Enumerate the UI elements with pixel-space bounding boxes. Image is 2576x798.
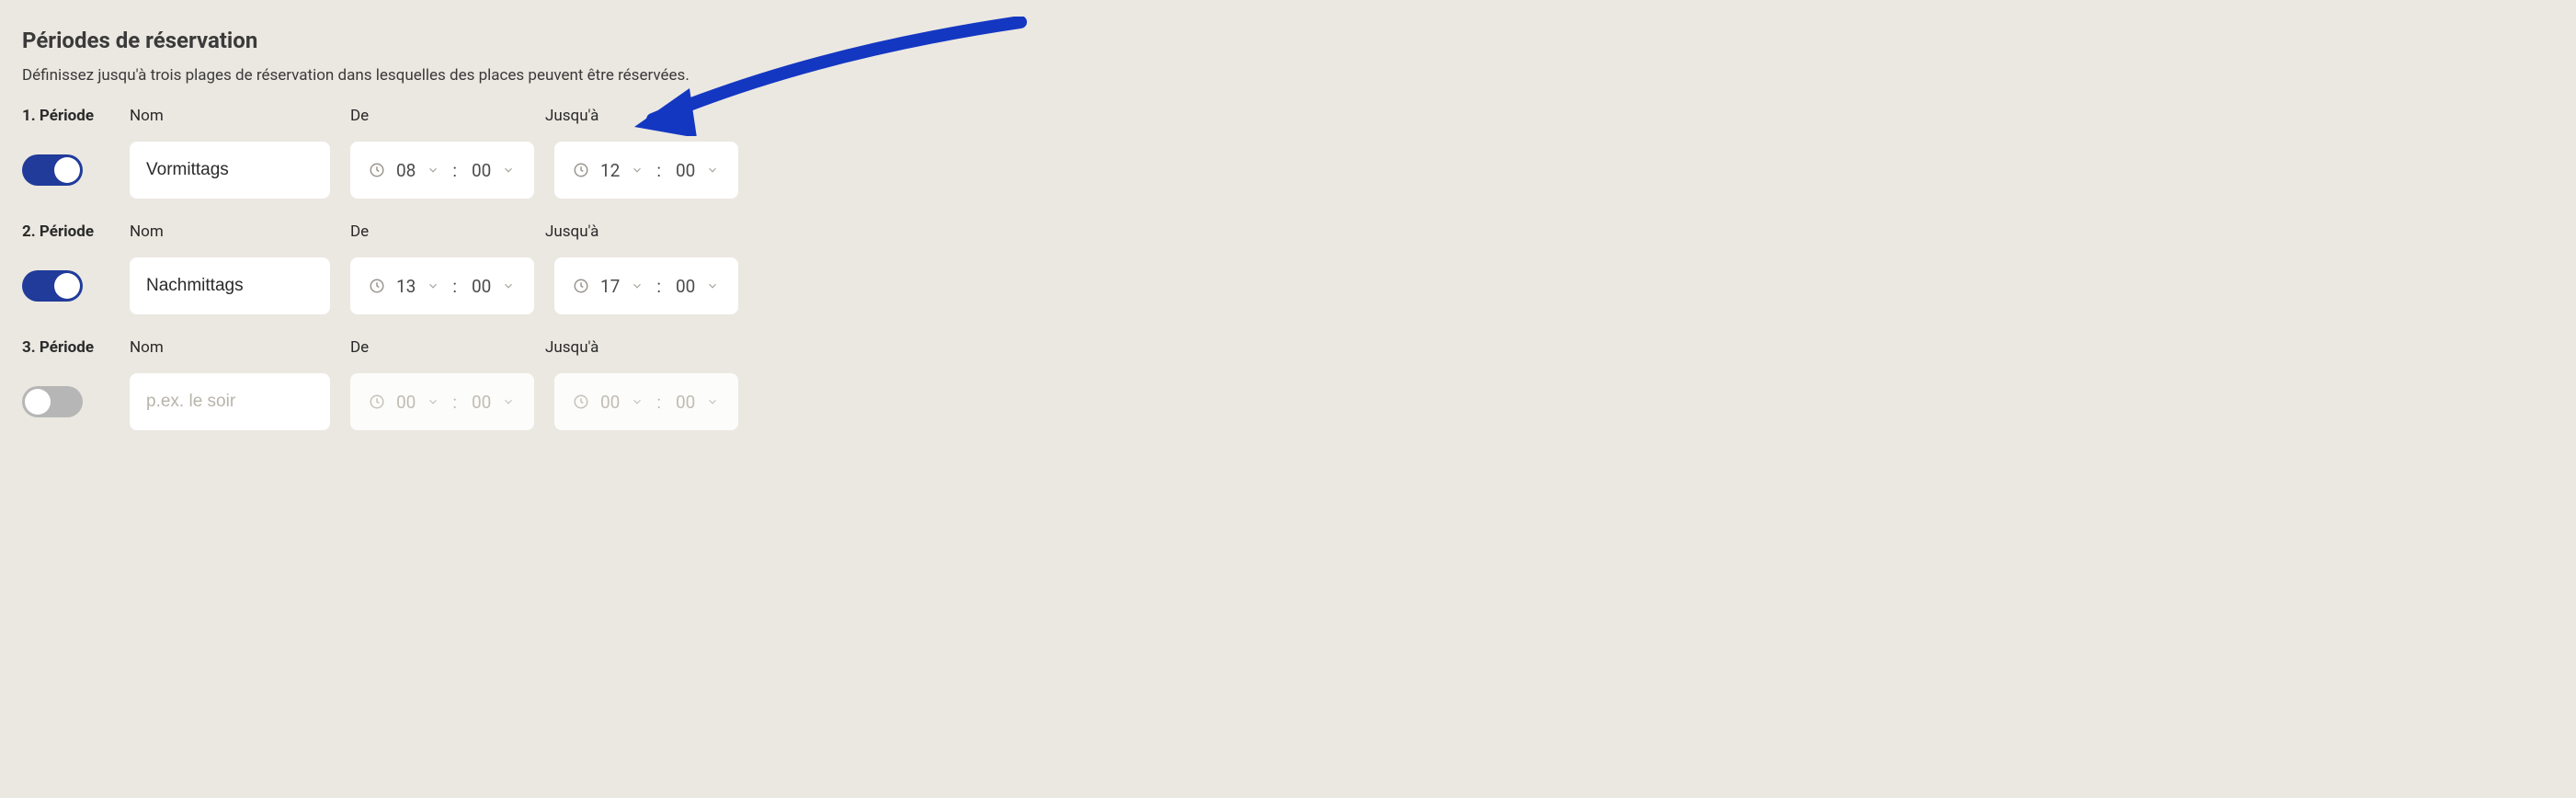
period-2-to-time: 17 : 00 (554, 257, 738, 314)
period-2-labels: 2. Période Nom De Jusqu'à (22, 222, 2554, 241)
period-3-labels: 3. Période Nom De Jusqu'à (22, 338, 2554, 357)
period-1-label: 1. Période (22, 107, 109, 125)
period-2-from-mm[interactable]: 00 (470, 276, 493, 297)
period-2-controls: 13 : 00 17 : 00 (22, 257, 2554, 314)
chevron-down-icon[interactable] (706, 279, 719, 292)
time-separator: : (653, 160, 665, 181)
period-2-from-hh[interactable]: 13 (394, 276, 417, 297)
time-separator: : (653, 392, 665, 413)
period-1-name-input[interactable] (130, 142, 330, 199)
column-to-label: Jusqu'à (545, 222, 720, 241)
chevron-down-icon[interactable] (706, 395, 719, 408)
period-2-label: 2. Période (22, 222, 109, 241)
clock-icon (573, 393, 589, 410)
period-1-to-time: 12 : 00 (554, 142, 738, 199)
time-separator: : (449, 276, 461, 297)
time-separator: : (449, 392, 461, 413)
period-1-to-hh[interactable]: 12 (598, 160, 621, 181)
clock-icon (369, 278, 385, 294)
period-2-name-input[interactable] (130, 257, 330, 314)
column-from-label: De (350, 338, 525, 357)
period-3-to-time: 00 : 00 (554, 373, 738, 430)
period-1-controls: 08 : 00 12 : 00 (22, 142, 2554, 199)
period-3-toggle[interactable] (22, 386, 83, 417)
period-3-to-hh[interactable]: 00 (598, 392, 621, 413)
chevron-down-icon[interactable] (427, 164, 439, 177)
section-title: Périodes de réservation (22, 28, 2554, 53)
column-name-label: Nom (130, 338, 330, 357)
column-to-label: Jusqu'à (545, 107, 720, 125)
chevron-down-icon[interactable] (502, 164, 515, 177)
period-1-from-time: 08 : 00 (350, 142, 534, 199)
time-separator: : (449, 160, 461, 181)
period-3-to-mm[interactable]: 00 (674, 392, 697, 413)
time-separator: : (653, 276, 665, 297)
period-1-labels: 1. Période Nom De Jusqu'à (22, 107, 2554, 125)
column-from-label: De (350, 107, 525, 125)
clock-icon (573, 278, 589, 294)
section-description: Définissez jusqu'à trois plages de réser… (22, 66, 2554, 85)
period-1-toggle[interactable] (22, 154, 83, 186)
period-3-from-time: 00 : 00 (350, 373, 534, 430)
period-3-label: 3. Période (22, 338, 109, 357)
period-3-controls: 00 : 00 00 : 00 (22, 373, 2554, 430)
period-2-from-time: 13 : 00 (350, 257, 534, 314)
period-2-toggle[interactable] (22, 270, 83, 302)
column-to-label: Jusqu'à (545, 338, 720, 357)
column-from-label: De (350, 222, 525, 241)
clock-icon (369, 162, 385, 178)
period-2-to-mm[interactable]: 00 (674, 276, 697, 297)
chevron-down-icon[interactable] (427, 279, 439, 292)
chevron-down-icon[interactable] (427, 395, 439, 408)
chevron-down-icon[interactable] (502, 279, 515, 292)
chevron-down-icon[interactable] (502, 395, 515, 408)
period-3-name-input[interactable] (130, 373, 330, 430)
clock-icon (369, 393, 385, 410)
chevron-down-icon[interactable] (631, 395, 644, 408)
period-3-from-mm[interactable]: 00 (470, 392, 493, 413)
chevron-down-icon[interactable] (631, 164, 644, 177)
column-name-label: Nom (130, 107, 330, 125)
clock-icon (573, 162, 589, 178)
chevron-down-icon[interactable] (706, 164, 719, 177)
period-1-from-hh[interactable]: 08 (394, 160, 417, 181)
period-2-to-hh[interactable]: 17 (598, 276, 621, 297)
period-3-from-hh[interactable]: 00 (394, 392, 417, 413)
column-name-label: Nom (130, 222, 330, 241)
period-1-from-mm[interactable]: 00 (470, 160, 493, 181)
period-1-to-mm[interactable]: 00 (674, 160, 697, 181)
chevron-down-icon[interactable] (631, 279, 644, 292)
